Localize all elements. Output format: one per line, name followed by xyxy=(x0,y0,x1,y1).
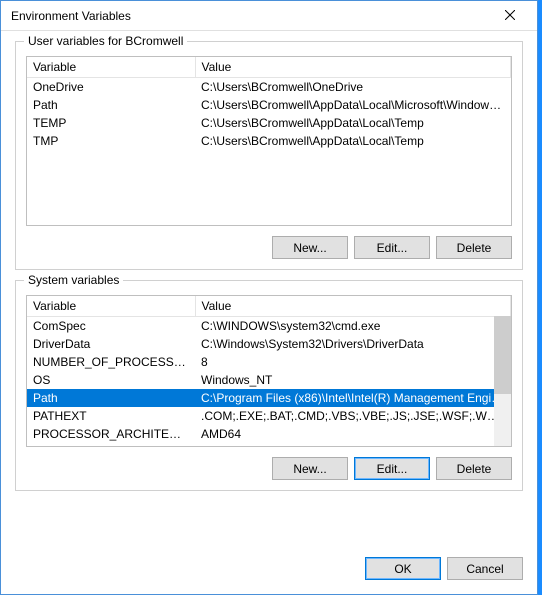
table-row[interactable]: OS Windows_NT xyxy=(27,371,511,389)
table-row[interactable]: ComSpec C:\WINDOWS\system32\cmd.exe xyxy=(27,317,511,336)
user-delete-button[interactable]: Delete xyxy=(436,236,512,259)
table-row[interactable]: PROCESSOR_IDENTIFIER Intel64 Family 6 Mo… xyxy=(27,443,511,447)
env-variables-dialog: Environment Variables User variables for… xyxy=(0,0,538,595)
system-variables-table-wrap: Variable Value ComSpec C:\WINDOWS\system… xyxy=(26,295,512,447)
table-row[interactable]: DriverData C:\Windows\System32\Drivers\D… xyxy=(27,335,511,353)
scrollbar-thumb[interactable] xyxy=(494,316,511,394)
close-icon xyxy=(505,9,515,23)
user-col-value[interactable]: Value xyxy=(195,57,511,78)
system-variables-legend: System variables xyxy=(24,273,123,287)
table-row[interactable]: TEMP C:\Users\BCromwell\AppData\Local\Te… xyxy=(27,114,511,132)
user-variables-group: User variables for BCromwell Variable Va… xyxy=(15,41,523,270)
user-edit-button[interactable]: Edit... xyxy=(354,236,430,259)
sys-col-variable[interactable]: Variable xyxy=(27,296,195,317)
close-button[interactable] xyxy=(487,2,533,30)
system-delete-button[interactable]: Delete xyxy=(436,457,512,480)
dialog-footer: OK Cancel xyxy=(1,553,537,594)
system-edit-button[interactable]: Edit... xyxy=(354,457,430,480)
table-row[interactable]: OneDrive C:\Users\BCromwell\OneDrive xyxy=(27,78,511,97)
dialog-content: User variables for BCromwell Variable Va… xyxy=(1,31,537,553)
cancel-button[interactable]: Cancel xyxy=(447,557,523,580)
user-new-button[interactable]: New... xyxy=(272,236,348,259)
user-col-variable[interactable]: Variable xyxy=(27,57,195,78)
table-row[interactable]: Path C:\Program Files (x86)\Intel\Intel(… xyxy=(27,389,511,407)
system-button-row: New... Edit... Delete xyxy=(26,457,512,480)
table-row[interactable]: NUMBER_OF_PROCESSORS 8 xyxy=(27,353,511,371)
system-new-button[interactable]: New... xyxy=(272,457,348,480)
window-title: Environment Variables xyxy=(11,9,487,23)
system-variables-group: System variables Variable Value ComSpec … xyxy=(15,280,523,491)
system-variables-table[interactable]: Variable Value ComSpec C:\WINDOWS\system… xyxy=(27,296,511,447)
system-scrollbar[interactable] xyxy=(494,316,511,446)
titlebar[interactable]: Environment Variables xyxy=(1,1,537,31)
user-button-row: New... Edit... Delete xyxy=(26,236,512,259)
ok-button[interactable]: OK xyxy=(365,557,441,580)
table-row[interactable]: PROCESSOR_ARCHITECTURE AMD64 xyxy=(27,425,511,443)
user-variables-table-wrap: Variable Value OneDrive C:\Users\BCromwe… xyxy=(26,56,512,226)
table-row[interactable]: Path C:\Users\BCromwell\AppData\Local\Mi… xyxy=(27,96,511,114)
user-variables-table[interactable]: Variable Value OneDrive C:\Users\BCromwe… xyxy=(27,57,511,150)
table-row[interactable]: PATHEXT .COM;.EXE;.BAT;.CMD;.VBS;.VBE;.J… xyxy=(27,407,511,425)
user-variables-legend: User variables for BCromwell xyxy=(24,34,187,48)
table-row[interactable]: TMP C:\Users\BCromwell\AppData\Local\Tem… xyxy=(27,132,511,150)
sys-col-value[interactable]: Value xyxy=(195,296,511,317)
